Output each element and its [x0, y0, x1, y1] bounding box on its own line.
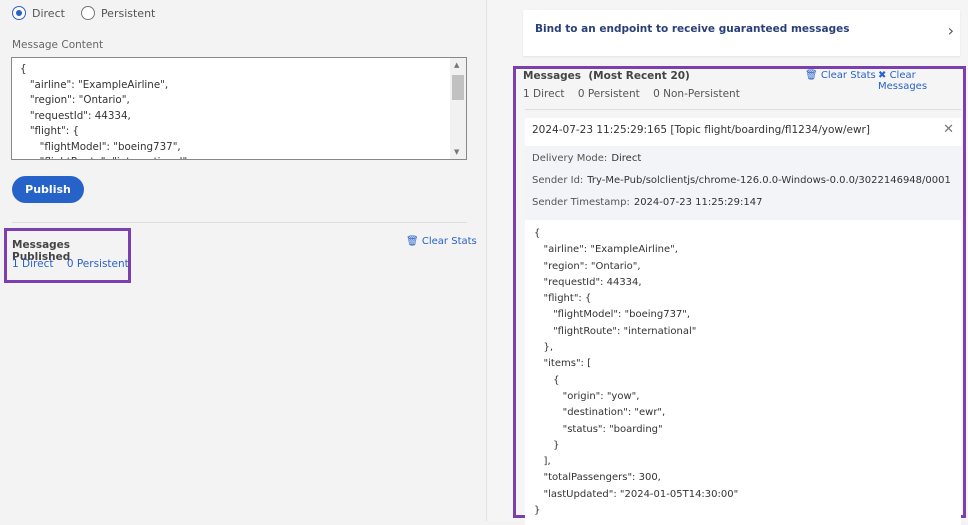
- publisher-panel: Direct Persistent Message Content { "air…: [0, 0, 487, 521]
- clear-messages-button[interactable]: ✖ Clear Messages: [878, 70, 963, 92]
- scroll-down-icon[interactable]: ▼: [454, 148, 459, 156]
- chevron-right-icon: ›: [947, 21, 954, 40]
- bind-endpoint-card[interactable]: Bind to an endpoint to receive guarantee…: [523, 10, 960, 56]
- clear-stats-label: Clear Stats: [820, 70, 876, 81]
- divider: [12, 222, 467, 223]
- message-item: 2024-07-23 11:25:29:165 [Topic flight/bo…: [525, 118, 961, 525]
- bind-endpoint-text: Bind to an endpoint to receive guarantee…: [535, 23, 850, 35]
- radio-persistent-label: Persistent: [100, 6, 156, 20]
- trash-icon: 🗑: [406, 236, 419, 247]
- close-circle-icon: ✖: [878, 70, 887, 81]
- messages-published-box: Messages Published 1 Direct 0 Persistent: [4, 228, 131, 283]
- subscriber-clear-stats[interactable]: 🗑 Clear Stats: [805, 70, 876, 81]
- scroll-up-icon[interactable]: ▲: [454, 61, 459, 69]
- published-persistent-count: 0 Persistent: [66, 258, 129, 270]
- sender-timestamp-value: 2024-07-23 11:25:29:147: [633, 197, 763, 208]
- radio-persistent[interactable]: [80, 6, 95, 20]
- publisher-clear-stats[interactable]: 🗑 Clear Stats: [406, 236, 477, 247]
- delivery-mode-value: Direct: [611, 153, 642, 164]
- received-persistent-count: 0 Persistent: [577, 88, 640, 100]
- messages-title: Messages (Most Recent 20): [523, 70, 690, 82]
- scroll-thumb[interactable]: [452, 75, 464, 100]
- close-icon[interactable]: ✕: [943, 122, 954, 137]
- delivery-mode-radios: Direct Persistent: [12, 6, 155, 20]
- sender-id-value: Try-Me-Pub/solclientjs/chrome-126.0.0-Wi…: [587, 175, 951, 186]
- clear-stats-label: Clear Stats: [421, 236, 477, 247]
- messages-box: Messages (Most Recent 20) 🗑 Clear Stats …: [513, 66, 966, 525]
- message-content-label: Message Content: [12, 39, 104, 51]
- radio-direct[interactable]: [12, 6, 26, 20]
- trash-icon: 🗑: [805, 70, 818, 81]
- message-meta: Delivery Mode: Direct Sender Id: Try-Me-Pu…: [525, 146, 961, 220]
- message-header: 2024-07-23 11:25:29:165 [Topic flight/bo…: [532, 124, 870, 136]
- received-non-persistent-count: 0 Non-Persistent: [653, 88, 740, 100]
- textarea-scrollbar[interactable]: ▲ ▼: [450, 58, 466, 159]
- delivery-mode-label: Delivery Mode:: [532, 153, 608, 164]
- message-body: { "airline": "ExampleAirline", "region":…: [534, 228, 739, 517]
- publish-button[interactable]: Publish: [12, 176, 84, 203]
- message-content-text: { "airline": "ExampleAirline", "region":…: [20, 63, 187, 159]
- clear-messages-label: Clear Messages: [878, 70, 928, 92]
- sender-id-label: Sender Id:: [532, 175, 584, 186]
- divider: [525, 109, 961, 110]
- published-direct-count: 1 Direct: [12, 258, 54, 270]
- message-content-textarea[interactable]: { "airline": "ExampleAirline", "region":…: [11, 57, 467, 160]
- sender-timestamp-label: Sender Timestamp:: [532, 197, 630, 208]
- radio-direct-label: Direct: [32, 6, 65, 20]
- received-direct-count: 1 Direct: [523, 88, 565, 100]
